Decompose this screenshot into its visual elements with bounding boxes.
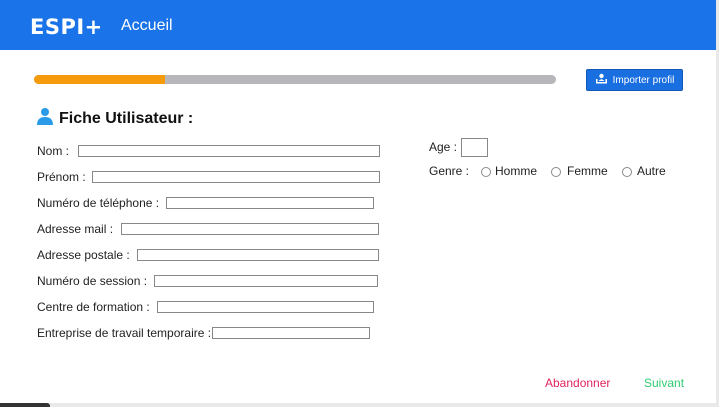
field-numero-session: Numéro de session : (37, 274, 379, 288)
import-profile-button[interactable]: Importer profil (586, 69, 683, 91)
nav-link-home[interactable]: Accueil (121, 17, 173, 35)
app-logo[interactable]: ESPI+ (30, 15, 103, 39)
next-button[interactable]: Suivant (644, 376, 684, 390)
field-telephone: Numéro de téléphone : (37, 196, 375, 210)
email-input[interactable] (121, 223, 380, 235)
cancel-button[interactable]: Abandonner (545, 376, 610, 390)
age-input[interactable] (461, 138, 488, 157)
prenom-input[interactable] (91, 171, 380, 183)
age-label: Age : (429, 140, 458, 154)
gender-option-autre[interactable]: Autre (637, 164, 666, 178)
gender-radio-homme[interactable] (481, 167, 491, 177)
field-prenom: Prénom : (37, 170, 380, 184)
entreprise-interim-input[interactable] (212, 327, 371, 339)
field-label-centre-formation: Centre de formation : (37, 300, 150, 314)
field-label-nom: Nom : (37, 144, 70, 158)
field-label-adresse-postale: Adresse postale : (37, 248, 130, 262)
progress-bar (34, 75, 556, 84)
form-title-text: Fiche Utilisateur : (59, 109, 194, 127)
gender-radio-autre[interactable] (622, 167, 632, 177)
field-label-prenom: Prénom : (37, 170, 86, 184)
field-email: Adresse mail : (37, 222, 380, 236)
field-nom: Nom : (37, 144, 381, 158)
gender-option-femme[interactable]: Femme (567, 164, 608, 178)
field-label-telephone: Numéro de téléphone : (37, 196, 160, 210)
field-label-email: Adresse mail : (37, 222, 114, 236)
nom-input[interactable] (78, 145, 381, 157)
progress-bar-fill (34, 75, 165, 84)
user-import-icon (595, 73, 608, 87)
window-edge-shadow (0, 403, 50, 407)
form-title: Fiche Utilisateur : (36, 107, 193, 130)
field-entreprise-interim: Entreprise de travail temporaire : (37, 326, 371, 340)
adresse-postale-input[interactable] (136, 249, 379, 261)
person-icon (36, 107, 54, 130)
field-centre-formation: Centre de formation : (37, 300, 374, 314)
gender-option-homme[interactable]: Homme (495, 164, 537, 178)
numero-session-input[interactable] (154, 275, 379, 287)
app-window: ESPI+ Accueil Importer profil Fiche Util… (0, 0, 716, 403)
field-label-entreprise-interim: Entreprise de travail temporaire : (37, 326, 212, 340)
import-profile-label: Importer profil (612, 74, 675, 86)
field-label-numero-session: Numéro de session : (37, 274, 148, 288)
gender-radio-femme[interactable] (551, 167, 561, 177)
gender-label: Genre : (429, 164, 470, 178)
centre-formation-input[interactable] (156, 301, 374, 313)
field-adresse-postale: Adresse postale : (37, 248, 379, 262)
top-navbar: ESPI+ Accueil (0, 0, 716, 50)
telephone-input[interactable] (166, 197, 375, 209)
